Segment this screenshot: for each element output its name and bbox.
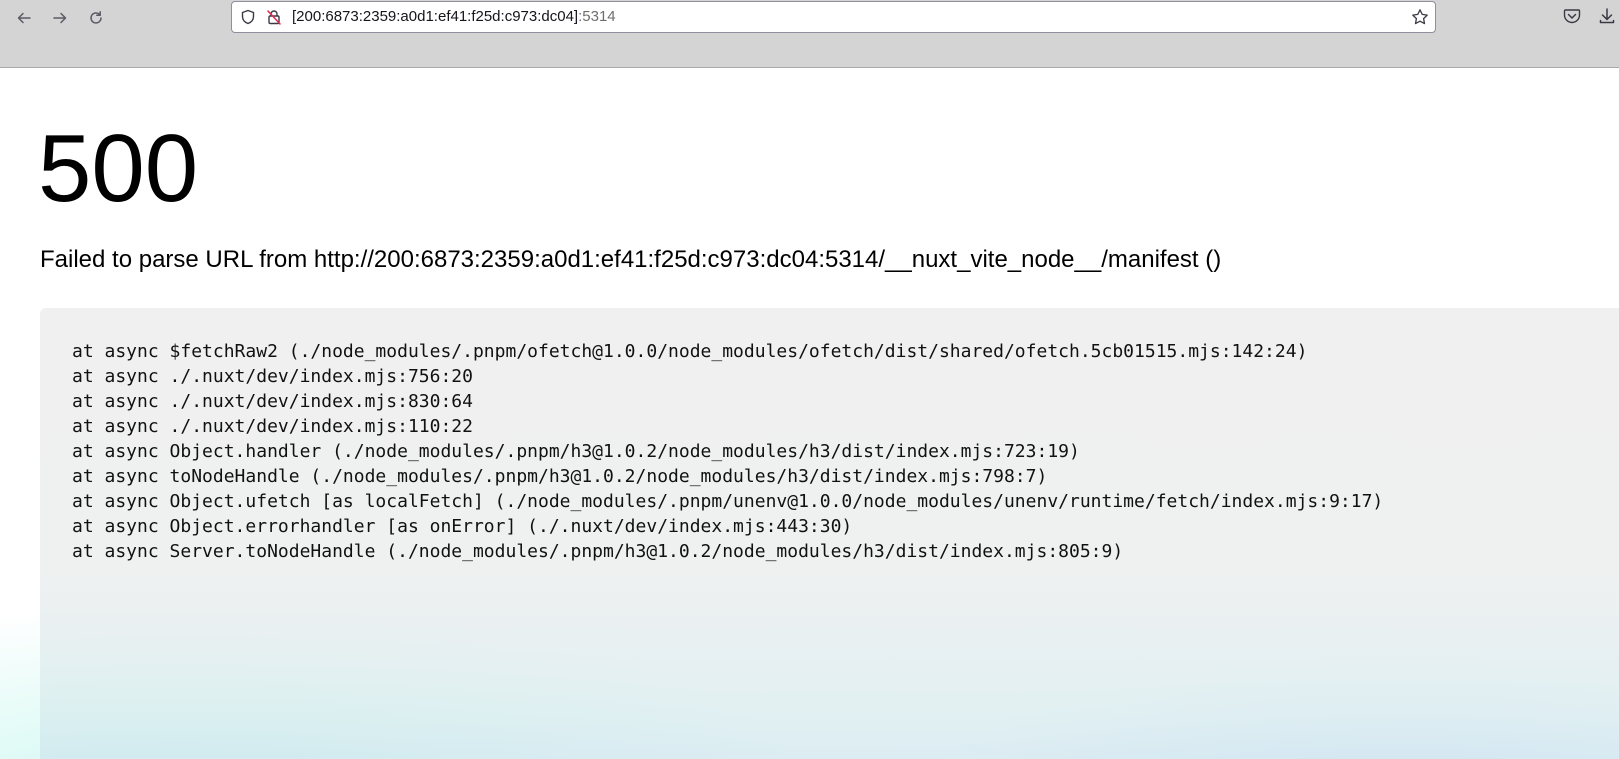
error-message: Failed to parse URL from http://200:6873… <box>40 246 1222 273</box>
stack-line: at async $fetchRaw2 (./node_modules/.pnp… <box>72 341 1308 362</box>
stack-line: at async ./.nuxt/dev/index.mjs:756:20 <box>72 366 473 387</box>
stack-line: at async Server.toNodeHandle (./node_mod… <box>72 541 1124 562</box>
url-port: :5314 <box>578 8 616 25</box>
back-button[interactable] <box>10 4 38 32</box>
forward-button[interactable] <box>46 4 74 32</box>
arrow-left-icon <box>17 12 31 24</box>
insecure-lock-icon[interactable] <box>266 9 282 25</box>
url-text[interactable]: [200:6873:2359:a0d1:ef41:f25d:c973:dc04]… <box>292 8 616 25</box>
stack-line: at async ./.nuxt/dev/index.mjs:830:64 <box>72 391 473 412</box>
error-page: 500 Failed to parse URL from http://200:… <box>0 68 1619 759</box>
stack-line: at async Object.handler (./node_modules/… <box>72 441 1080 462</box>
stack-line: at async Object.errorhandler [as onError… <box>72 516 853 537</box>
reload-button[interactable] <box>82 4 110 32</box>
stack-trace: at async $fetchRaw2 (./node_modules/.pnp… <box>40 308 1619 759</box>
arrow-right-icon <box>53 12 67 24</box>
address-bar[interactable]: [200:6873:2359:a0d1:ef41:f25d:c973:dc04]… <box>231 1 1436 33</box>
shield-icon[interactable] <box>240 9 256 25</box>
download-icon[interactable] <box>1597 6 1617 26</box>
stack-line: at async toNodeHandle (./node_modules/.p… <box>72 466 1048 487</box>
status-code: 500 <box>38 115 199 222</box>
bookmark-star-icon[interactable] <box>1411 8 1429 26</box>
browser-toolbar: [200:6873:2359:a0d1:ef41:f25d:c973:dc04]… <box>0 0 1619 68</box>
reload-icon <box>90 11 102 24</box>
url-host: [200:6873:2359:a0d1:ef41:f25d:c973:dc04] <box>292 8 579 25</box>
stack-line: at async Object.ufetch [as localFetch] (… <box>72 491 1384 512</box>
pocket-icon[interactable] <box>1562 6 1582 26</box>
stack-line: at async ./.nuxt/dev/index.mjs:110:22 <box>72 416 473 437</box>
